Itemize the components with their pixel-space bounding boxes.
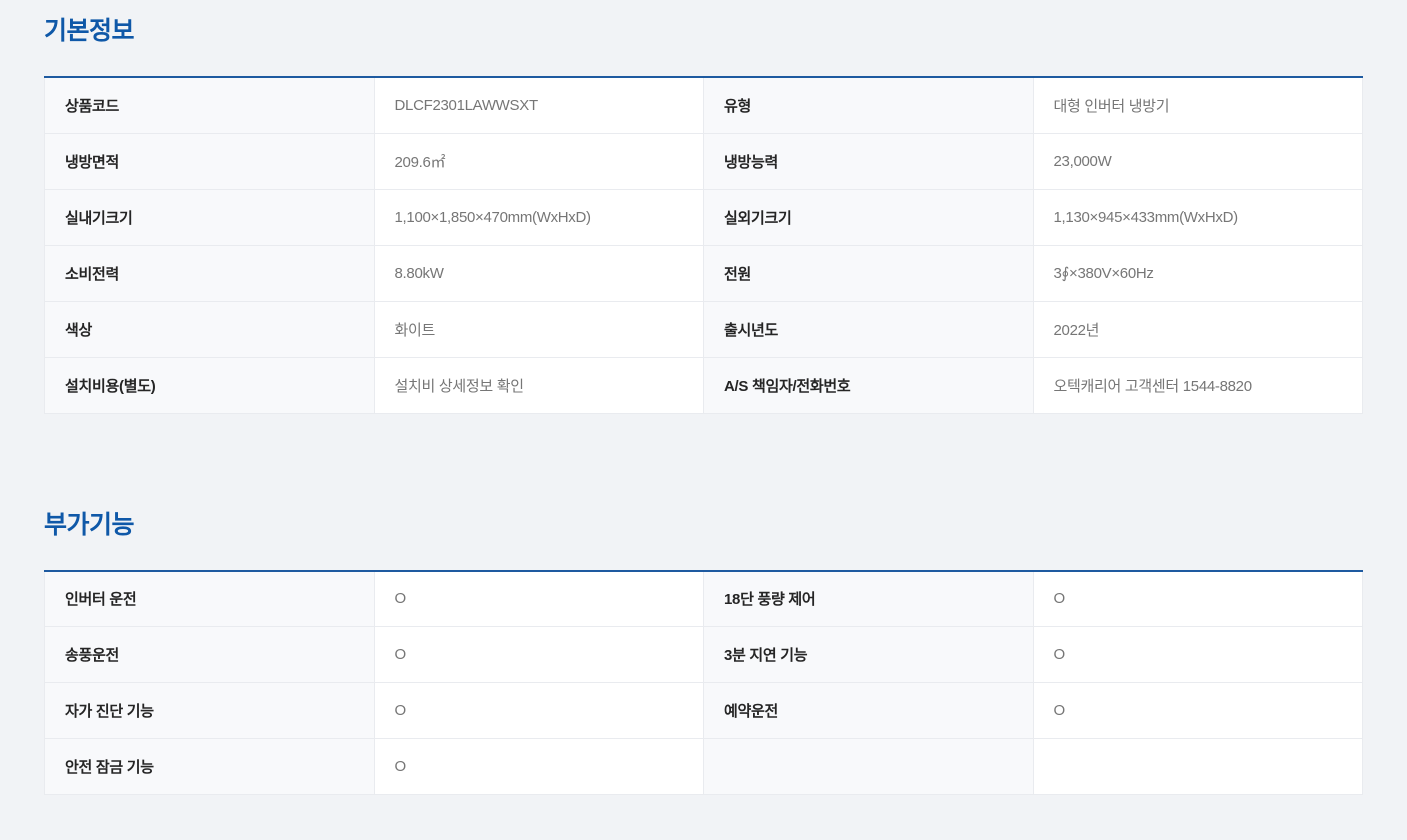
feature-value: O (1033, 683, 1363, 739)
spec-value: 3∮×380V×60Hz (1033, 245, 1363, 301)
spec-value: 오텍캐리어 고객센터 1544-8820 (1033, 357, 1363, 413)
spec-label: 유형 (704, 77, 1034, 133)
spec-label: 실외기크기 (704, 189, 1034, 245)
feature-label: 3분 지연 기능 (704, 627, 1034, 683)
features-title: 부가기능 (44, 510, 1363, 540)
spec-label: 출시년도 (704, 301, 1034, 357)
feature-value: O (374, 683, 704, 739)
features-table: 인버터 운전 O 18단 풍량 제어 O 송풍운전 O 3분 지연 기능 O 자… (44, 570, 1363, 796)
spec-value: 23,000W (1033, 133, 1363, 189)
feature-value: O (374, 739, 704, 795)
feature-label: 송풍운전 (45, 627, 375, 683)
spec-value: 1,130×945×433mm(WxHxD) (1033, 189, 1363, 245)
spec-label: A/S 책임자/전화번호 (704, 357, 1034, 413)
feature-value-empty (1033, 739, 1363, 795)
basic-info-table: 상품코드 DLCF2301LAWWSXT 유형 대형 인버터 냉방기 냉방면적 … (44, 76, 1363, 414)
spec-label: 상품코드 (45, 77, 375, 133)
feature-value: O (1033, 627, 1363, 683)
spec-value: 화이트 (374, 301, 704, 357)
table-row: 상품코드 DLCF2301LAWWSXT 유형 대형 인버터 냉방기 (45, 77, 1363, 133)
spec-label: 전원 (704, 245, 1034, 301)
spec-label: 냉방능력 (704, 133, 1034, 189)
spec-value: 8.80kW (374, 245, 704, 301)
spec-value: 대형 인버터 냉방기 (1033, 77, 1363, 133)
spec-value: 1,100×1,850×470mm(WxHxD) (374, 189, 704, 245)
table-row: 설치비용(별도) 설치비 상세정보 확인 A/S 책임자/전화번호 오텍캐리어 … (45, 357, 1363, 413)
installation-cost-detail-link[interactable]: 설치비 상세정보 확인 (374, 357, 704, 413)
feature-value: O (374, 627, 704, 683)
table-row: 냉방면적 209.6㎡ 냉방능력 23,000W (45, 133, 1363, 189)
feature-label: 18단 풍량 제어 (704, 571, 1034, 627)
spec-label: 설치비용(별도) (45, 357, 375, 413)
table-row: 색상 화이트 출시년도 2022년 (45, 301, 1363, 357)
spec-label: 실내기크기 (45, 189, 375, 245)
spec-page: 기본정보 상품코드 DLCF2301LAWWSXT 유형 대형 인버터 냉방기 … (0, 0, 1407, 795)
spec-label: 색상 (45, 301, 375, 357)
feature-label-empty (704, 739, 1034, 795)
spec-value: DLCF2301LAWWSXT (374, 77, 704, 133)
basic-info-title: 기본정보 (44, 16, 1363, 46)
feature-label: 인버터 운전 (45, 571, 375, 627)
feature-label: 예약운전 (704, 683, 1034, 739)
feature-label: 안전 잠금 기능 (45, 739, 375, 795)
spec-label: 소비전력 (45, 245, 375, 301)
spec-value: 2022년 (1033, 301, 1363, 357)
table-row: 자가 진단 기능 O 예약운전 O (45, 683, 1363, 739)
spec-label: 냉방면적 (45, 133, 375, 189)
feature-value: O (1033, 571, 1363, 627)
feature-value: O (374, 571, 704, 627)
feature-label: 자가 진단 기능 (45, 683, 375, 739)
table-row: 소비전력 8.80kW 전원 3∮×380V×60Hz (45, 245, 1363, 301)
table-row: 인버터 운전 O 18단 풍량 제어 O (45, 571, 1363, 627)
table-row: 송풍운전 O 3분 지연 기능 O (45, 627, 1363, 683)
table-row: 실내기크기 1,100×1,850×470mm(WxHxD) 실외기크기 1,1… (45, 189, 1363, 245)
table-row: 안전 잠금 기능 O (45, 739, 1363, 795)
spec-value: 209.6㎡ (374, 133, 704, 189)
